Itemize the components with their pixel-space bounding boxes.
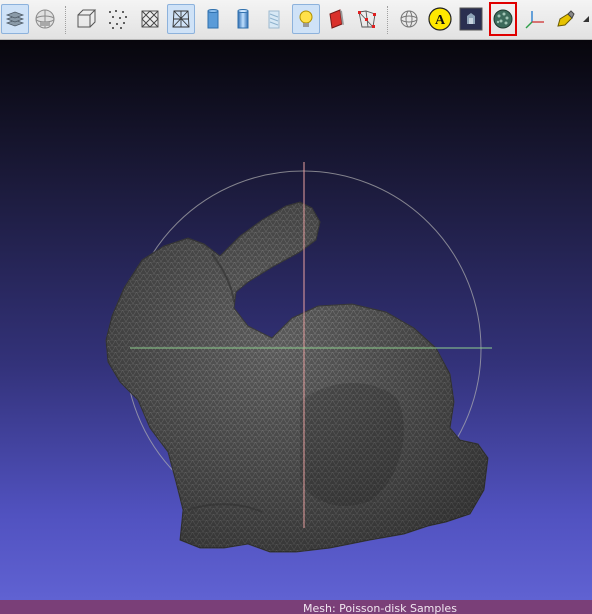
toolbar-separator (65, 6, 68, 34)
axes-icon (524, 8, 546, 30)
texture-button[interactable] (260, 4, 288, 34)
bounding-box-icon (76, 8, 98, 30)
hidden-lines-button[interactable] (167, 4, 195, 34)
light-sphere-button[interactable] (31, 4, 59, 34)
raster-layers-button[interactable] (489, 2, 517, 36)
edit-button[interactable] (551, 4, 579, 34)
lighting-button[interactable] (292, 4, 320, 34)
info-pane-button[interactable] (457, 4, 485, 34)
bounding-box-button[interactable] (73, 4, 101, 34)
wireframe-icon (139, 8, 161, 30)
trackball-button[interactable] (395, 4, 423, 34)
scene (105, 162, 492, 553)
raster-layers-icon (492, 8, 514, 30)
axes-button[interactable] (521, 4, 549, 34)
toolbar: A (0, 0, 592, 40)
texture-icon (263, 8, 285, 30)
backface-icon (325, 8, 347, 30)
mesh-label: Mesh: Poisson-disk Samples (303, 602, 457, 614)
status-bar: Mesh: Poisson-disk Samples (0, 600, 592, 614)
trackball-icon (398, 8, 420, 30)
light-sphere-icon (34, 8, 56, 30)
edit-icon (554, 8, 576, 30)
label-button[interactable]: A (426, 4, 454, 34)
layers-button[interactable] (1, 4, 29, 34)
select-vertices-icon (356, 8, 378, 30)
3d-viewport[interactable] (0, 40, 592, 600)
points-icon (107, 8, 129, 30)
smooth-shading-icon (232, 8, 254, 30)
info-pane-icon (459, 7, 483, 31)
lighting-bulb-icon (295, 8, 317, 30)
select-vertices-button[interactable] (353, 4, 381, 34)
layers-icon (5, 8, 25, 30)
points-button[interactable] (104, 4, 132, 34)
smooth-shading-button[interactable] (229, 4, 257, 34)
flat-shading-button[interactable] (199, 4, 227, 34)
bunny-mesh (105, 201, 489, 553)
svg-text:A: A (435, 13, 446, 28)
backface-button[interactable] (322, 4, 350, 34)
hidden-lines-icon (170, 8, 192, 30)
flat-shading-icon (202, 8, 224, 30)
toolbar-overflow-icon[interactable] (583, 16, 589, 22)
wireframe-button[interactable] (136, 4, 164, 34)
toolbar-separator (387, 6, 390, 34)
label-icon: A (427, 6, 453, 32)
